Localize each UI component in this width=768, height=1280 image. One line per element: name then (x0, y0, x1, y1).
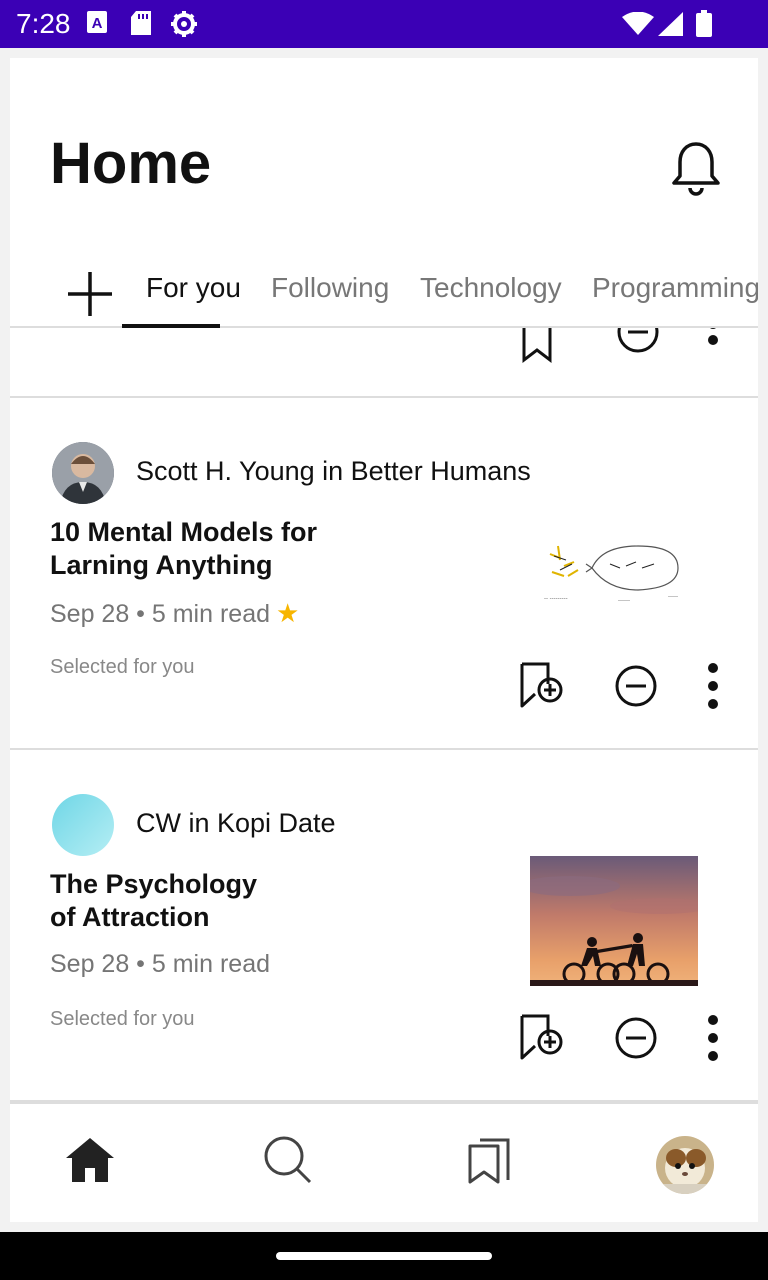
status-time: 7:28 (16, 8, 71, 39)
selected-label: Selected for you (50, 1008, 195, 1030)
article-card[interactable]: CW in Kopi Date The Psychology of Attrac… (10, 750, 758, 1102)
article-date-readtime: Sep 28 • 5 min read (50, 600, 270, 628)
article-author[interactable]: Scott H. Young in Better Humans (136, 456, 531, 487)
show-less-icon[interactable] (610, 660, 662, 712)
status-bar: 7:28 A (0, 0, 768, 48)
article-card-partial (10, 328, 758, 398)
system-navigation-bar (0, 1232, 768, 1280)
svg-text:A: A (92, 15, 103, 32)
app-screen: Home For you Following Technology Progra… (10, 58, 758, 1222)
svg-text:------: ------ (618, 598, 630, 604)
svg-text:-----: ----- (668, 594, 678, 600)
article-title[interactable]: 10 Mental Models for Larning Anything (50, 516, 370, 582)
article-feed[interactable]: Scott H. Young in Better Humans 10 Menta… (10, 328, 758, 1102)
sd-card-icon (130, 10, 152, 41)
tab-technology[interactable]: Technology (420, 272, 562, 304)
home-gesture-pill[interactable] (276, 1252, 492, 1260)
article-thumbnail[interactable]: -- --------- ------ ----- (530, 516, 698, 646)
bottom-navigation (10, 1102, 758, 1222)
wifi-icon (622, 11, 654, 41)
bookmark-add-icon[interactable] (516, 660, 568, 712)
article-meta: Sep 28 • 5 min read ★ (50, 598, 299, 629)
home-icon[interactable] (64, 1134, 116, 1191)
bookmarks-icon[interactable] (466, 1134, 518, 1191)
author-avatar[interactable] (52, 794, 114, 856)
bookmark-add-icon[interactable] (516, 1012, 568, 1064)
svg-text:-- ---------: -- --------- (544, 596, 568, 602)
show-less-icon[interactable] (610, 1012, 662, 1064)
tab-for-you[interactable]: For you (146, 272, 241, 304)
a-icon: A (86, 10, 108, 39)
article-title[interactable]: The Psychology of Attraction (50, 868, 290, 934)
bookmark-add-icon[interactable] (516, 328, 568, 368)
topic-tabs: For you Following Technology Programming (10, 262, 758, 328)
notifications-bell-icon[interactable] (670, 140, 722, 201)
profile-avatar[interactable] (656, 1136, 714, 1194)
article-thumbnail[interactable] (530, 856, 698, 986)
article-card[interactable]: Scott H. Young in Better Humans 10 Menta… (10, 398, 758, 750)
search-icon[interactable] (262, 1134, 314, 1191)
tab-following[interactable]: Following (271, 272, 389, 304)
more-options-icon[interactable] (696, 660, 748, 712)
article-meta: Sep 28 • 5 min read (50, 950, 270, 978)
article-author[interactable]: CW in Kopi Date (136, 808, 336, 839)
show-less-icon[interactable] (612, 328, 664, 358)
settings-icon (170, 10, 198, 43)
signal-icon (658, 12, 684, 41)
add-topic-plus-icon[interactable] (66, 270, 114, 323)
member-star-icon: ★ (276, 598, 300, 628)
selected-label: Selected for you (50, 656, 195, 678)
battery-icon (696, 10, 712, 43)
author-avatar[interactable] (52, 442, 114, 504)
more-options-icon[interactable] (696, 328, 748, 368)
more-options-icon[interactable] (696, 1012, 748, 1064)
tab-programming[interactable]: Programming (592, 272, 758, 304)
page-title: Home (50, 131, 212, 196)
